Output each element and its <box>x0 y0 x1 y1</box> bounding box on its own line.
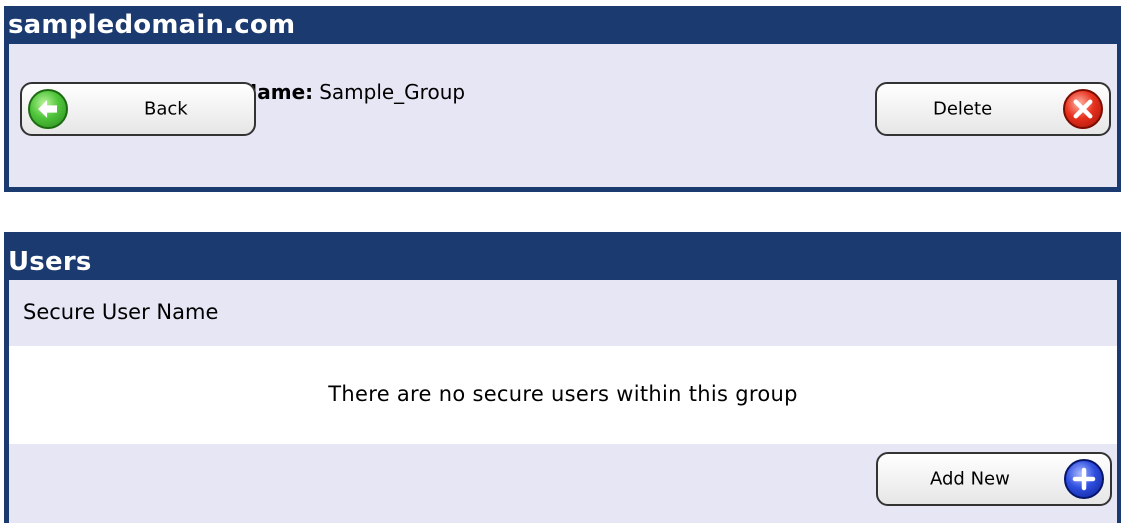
back-button-label: Back <box>144 98 188 120</box>
domain-title: sampledomain.com <box>8 10 296 40</box>
arrow-left-icon <box>28 89 68 129</box>
users-table-header: Secure User Name <box>9 280 1117 346</box>
delete-button-label: Delete <box>933 98 993 120</box>
add-new-button[interactable]: Add New <box>876 452 1112 506</box>
add-new-button-label: Add New <box>930 468 1010 490</box>
plus-icon <box>1064 459 1104 499</box>
users-panel: Users Secure User Name There are no secu… <box>4 232 1121 523</box>
back-button[interactable]: Back <box>20 82 256 136</box>
group-name-value: Sample_Group <box>319 80 466 104</box>
users-empty-row: There are no secure users within this gr… <box>9 346 1117 444</box>
close-icon <box>1063 89 1103 129</box>
secure-user-name-header: Secure User Name <box>23 300 219 324</box>
users-title: Users <box>8 247 92 277</box>
delete-button[interactable]: Delete <box>875 82 1111 136</box>
group-details-panel: sampledomain.com Group Name:Sample_Group… <box>4 6 1121 192</box>
empty-users-message: There are no secure users within this gr… <box>328 382 798 406</box>
